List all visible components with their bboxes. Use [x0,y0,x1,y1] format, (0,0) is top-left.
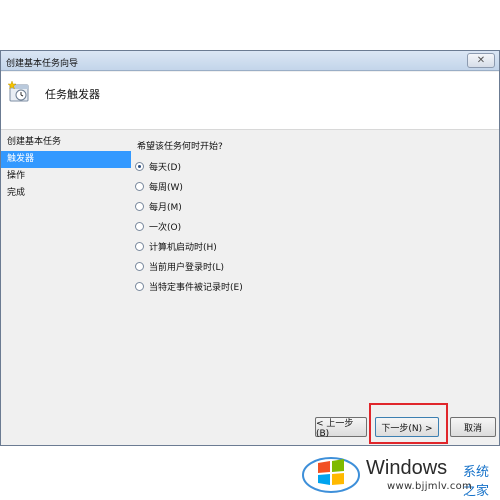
radio-at-startup[interactable] [135,241,144,251]
radio-once[interactable] [135,221,144,231]
brand-url: www.bjjmlv.com [387,481,473,492]
wizard-window: 创建基本任务向导 ✕ 任务触发器 创建基本任务 触发器 操作 完成 希望该任务何… [0,50,500,446]
trigger-content: 希望该任务何时开始? 每天(D) 每周(W) 每月(M) 一次(O) 计算机启动… [135,131,497,431]
nav-item-trigger[interactable]: 触发器 [1,151,131,168]
trigger-options: 每天(D) 每周(W) 每月(M) 一次(O) 计算机启动时(H) 当前用户登录… [135,156,243,296]
task-wizard-icon [8,80,29,102]
radio-daily[interactable] [135,161,144,171]
wizard-header: 任务触发器 [1,72,499,130]
option-at-logon[interactable]: 当前用户登录时(L) [135,256,243,276]
option-monthly[interactable]: 每月(M) [135,196,243,216]
option-weekly[interactable]: 每周(W) [135,176,243,196]
watermark: Windows 系统之家 www.bjjmlv.com [300,449,500,499]
option-at-startup[interactable]: 计算机启动时(H) [135,236,243,256]
wizard-steps-nav: 创建基本任务 触发器 操作 完成 [1,131,131,445]
cancel-button[interactable]: 取消 [450,417,496,437]
close-button[interactable]: ✕ [467,53,495,68]
background-top [0,0,500,50]
option-monthly-label[interactable]: 每月(M) [149,200,182,213]
next-button-highlight-box [369,403,448,444]
option-once-label[interactable]: 一次(O) [149,220,181,233]
option-at-logon-label[interactable]: 当前用户登录时(L) [149,260,224,273]
radio-on-event[interactable] [135,281,144,291]
brand-name: Windows [366,457,448,479]
option-daily-label[interactable]: 每天(D) [149,160,181,173]
title-bar[interactable]: 创建基本任务向导 ✕ [1,51,499,71]
option-once[interactable]: 一次(O) [135,216,243,236]
radio-monthly[interactable] [135,201,144,211]
window-title: 创建基本任务向导 [6,59,79,69]
windows-logo-icon [302,457,360,493]
option-at-startup-label[interactable]: 计算机启动时(H) [149,240,217,253]
close-icon: ✕ [476,55,486,66]
page-heading: 任务触发器 [45,88,100,101]
radio-weekly[interactable] [135,181,144,191]
nav-item-finish[interactable]: 完成 [1,185,131,202]
back-button[interactable]: < 上一步(B) [315,417,367,439]
brand-name-cn: 系统之家 [463,465,490,499]
nav-item-action[interactable]: 操作 [1,168,131,185]
option-daily[interactable]: 每天(D) [135,156,243,176]
radio-at-logon[interactable] [135,261,144,271]
option-on-event-label[interactable]: 当特定事件被记录时(E) [149,280,243,293]
trigger-question: 希望该任务何时开始? [137,142,223,152]
option-weekly-label[interactable]: 每周(W) [149,180,183,193]
nav-item-create-basic-task[interactable]: 创建基本任务 [1,134,131,151]
option-on-event[interactable]: 当特定事件被记录时(E) [135,276,243,296]
